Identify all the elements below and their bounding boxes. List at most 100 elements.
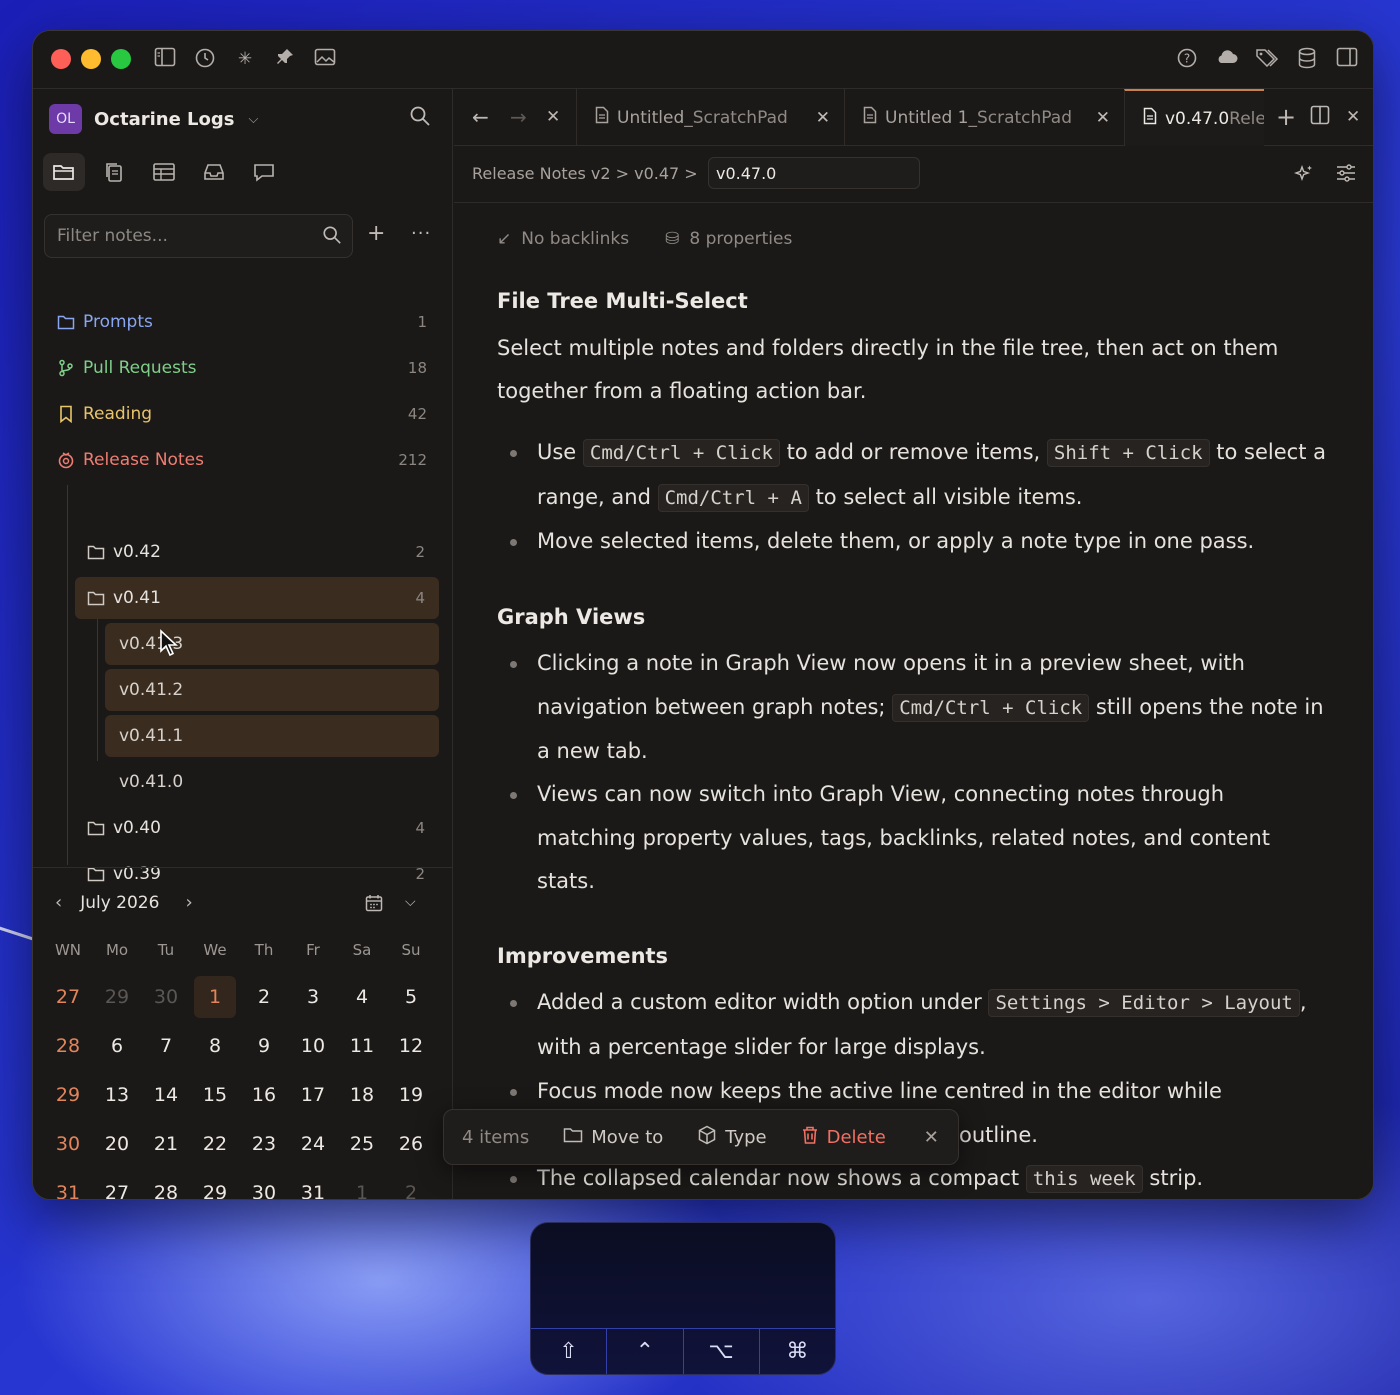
note-title-field[interactable]: v0.47.0 [708,157,920,189]
files-tab[interactable] [43,153,85,191]
calendar-day[interactable]: 1 [194,976,236,1018]
sidebar-item-v0-42[interactable]: v0.42 2 [75,531,439,573]
zoom-window-button[interactable] [111,49,131,69]
breadcrumb-path[interactable]: Release Notes v2 > v0.47 > [472,164,698,183]
calendar-day[interactable]: 15 [194,1074,236,1116]
calendar-day[interactable]: 1 [341,1172,383,1199]
help-icon[interactable]: ? [1175,47,1199,71]
split-view-icon[interactable] [1310,105,1330,130]
calendar-day[interactable]: 18 [341,1074,383,1116]
calendar-day[interactable]: 16 [243,1074,285,1116]
calendar-day[interactable]: 31 [292,1172,334,1199]
tab-untitled-1-scratchpad[interactable]: Untitled 1 _ScratchPad ✕ [844,89,1124,146]
calendar-day[interactable]: 2 [243,976,285,1018]
week-number[interactable]: 30 [47,1123,89,1165]
calendar-day[interactable]: 29 [96,976,138,1018]
week-number[interactable]: 29 [47,1074,89,1116]
calendar-day[interactable]: 30 [145,976,187,1018]
right-sidebar-icon[interactable] [1335,47,1359,71]
calendar-day[interactable]: 10 [292,1025,334,1067]
vault-switcher[interactable]: OL Octarine Logs ⌵ [49,103,258,135]
calendar-day[interactable]: 24 [292,1123,334,1165]
calendar-day[interactable]: 22 [194,1123,236,1165]
database-icon[interactable] [1295,47,1319,71]
sidebar-item-reading[interactable]: Reading 42 [55,393,427,435]
inbox-tab[interactable] [193,153,235,191]
calendar-day[interactable]: 2 [390,1172,432,1199]
dismiss-selection-icon[interactable]: ✕ [924,1127,939,1148]
image-icon[interactable] [313,47,337,71]
week-number[interactable]: 28 [47,1025,89,1067]
calendar-day[interactable]: 12 [390,1025,432,1067]
sidebar-note-v0-41-0[interactable]: v0.41.0 [105,761,439,803]
more-options-icon[interactable]: ··· [411,223,431,245]
delete-button[interactable]: Delete [801,1125,886,1150]
calendar-day[interactable]: 8 [194,1025,236,1067]
calendar-day[interactable]: 11 [341,1025,383,1067]
pin-icon[interactable] [273,47,297,71]
filter-notes-field[interactable] [44,214,353,258]
search-icon[interactable] [409,105,431,132]
ai-sparkle-icon[interactable] [1293,164,1314,188]
cloud-sync-icon[interactable] [1215,47,1239,71]
properties-button[interactable]: ⛁ 8 properties [665,229,792,249]
sidebar-note-v0-41-3[interactable]: v0.41.3 [105,623,439,665]
calendar-day[interactable]: 20 [96,1123,138,1165]
sidebar-note-v0-41-2[interactable]: v0.41.2 [105,669,439,711]
calendar-day[interactable]: 13 [96,1074,138,1116]
close-icon[interactable]: ✕ [546,105,560,129]
tags-icon[interactable] [1255,47,1279,71]
note-content[interactable]: ↙ No backlinks ⛁ 8 properties File Tree Mu… [497,203,1337,1199]
new-tab-plus-icon[interactable]: + [1276,105,1296,129]
calendar-day[interactable]: 21 [145,1123,187,1165]
calendar-day[interactable]: 7 [145,1025,187,1067]
close-window-button[interactable] [51,49,71,69]
calendar-day[interactable]: 28 [145,1172,187,1199]
graph-sparkle-icon[interactable]: ✳ [233,47,257,71]
close-pane-icon[interactable]: ✕ [1346,105,1360,129]
week-number[interactable]: 31 [47,1172,89,1199]
calendar-collapse-chevron-icon[interactable]: ⌵ [405,894,416,910]
notes-tab[interactable] [93,153,135,191]
sidebar-note-v0-41-1[interactable]: v0.41.1 [105,715,439,757]
tab-untitled-scratchpad[interactable]: Untitled _ScratchPad ✕ [576,89,844,146]
forward-arrow-icon[interactable]: → [510,105,527,129]
minimize-window-button[interactable] [81,49,101,69]
new-note-plus-icon[interactable]: + [367,223,385,245]
history-clock-icon[interactable] [193,47,217,71]
sidebar-item-pull-requests[interactable]: Pull Requests 18 [55,347,427,389]
sidebar-item-v0-40[interactable]: v0.40 4 [75,807,439,849]
close-tab-icon[interactable]: ✕ [1096,108,1110,128]
type-button[interactable]: Type [697,1125,767,1150]
calendar-day[interactable]: 6 [96,1025,138,1067]
calendar-day[interactable]: 3 [292,976,334,1018]
backlinks-button[interactable]: ↙ No backlinks [497,229,629,249]
calendar-day[interactable]: 14 [145,1074,187,1116]
toggle-sidebar-icon[interactable] [153,47,177,71]
calendar-day[interactable]: 25 [341,1123,383,1165]
calendar-day[interactable]: 27 [96,1172,138,1199]
calendar-day[interactable]: 30 [243,1172,285,1199]
previous-month-icon[interactable]: ‹ [55,892,62,913]
close-tab-icon[interactable]: ✕ [816,108,830,128]
week-number[interactable]: 27 [47,976,89,1018]
calendar-day[interactable]: 17 [292,1074,334,1116]
sidebar-item-prompts[interactable]: Prompts 1 [55,301,427,343]
calendar-icon[interactable] [365,894,383,916]
calendar-day[interactable]: 19 [390,1074,432,1116]
chat-tab[interactable] [243,153,285,191]
tab-v0-47-0-release[interactable]: v0.47.0 Rele [1124,89,1264,146]
calendar-day[interactable]: 9 [243,1025,285,1067]
sidebar-item-v0-41[interactable]: v0.41 4 [75,577,439,619]
sidebar-item-release-notes[interactable]: Release Notes 212 [55,439,427,481]
next-month-icon[interactable]: › [185,892,192,913]
move-to-button[interactable]: Move to [563,1127,663,1148]
table-tab[interactable] [143,153,185,191]
calendar-day[interactable]: 29 [194,1172,236,1199]
calendar-day[interactable]: 5 [390,976,432,1018]
back-arrow-icon[interactable]: ← [472,105,489,129]
filter-notes-input[interactable] [57,223,307,249]
calendar-day[interactable]: 4 [341,976,383,1018]
settings-sliders-icon[interactable] [1336,164,1356,186]
calendar-day[interactable]: 26 [390,1123,432,1165]
